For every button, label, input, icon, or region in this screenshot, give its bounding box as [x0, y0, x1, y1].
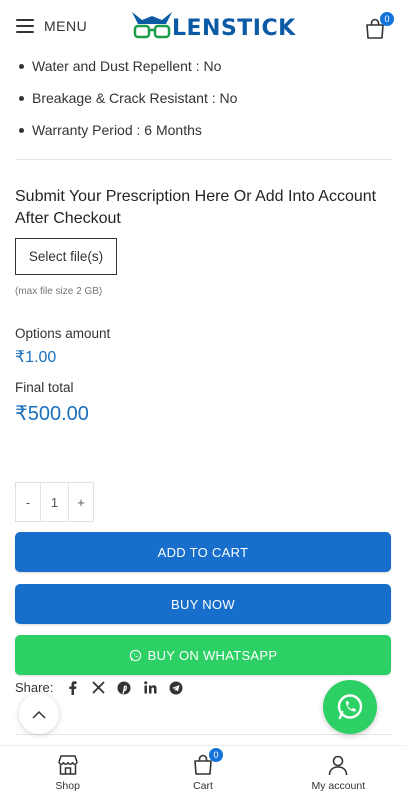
whatsapp-icon: [129, 649, 141, 661]
chevron-up-icon: [32, 710, 46, 719]
options-amount-value: ₹1.00: [15, 349, 57, 366]
buy-now-button[interactable]: BUY NOW: [15, 584, 391, 624]
whatsapp-icon: [337, 694, 363, 720]
pinterest-icon[interactable]: [117, 681, 131, 695]
share-label: Share:: [15, 680, 54, 695]
nav-item-account[interactable]: My account: [271, 746, 406, 800]
section-divider: [15, 734, 392, 735]
nav-label-account: My account: [311, 780, 366, 792]
bottom-nav: Shop 0 Cart My account: [0, 745, 406, 800]
telegram-icon[interactable]: [169, 681, 183, 695]
shopping-bag-icon: 0: [192, 748, 223, 776]
prescription-title: Submit Your Prescription Here Or Add Int…: [15, 188, 377, 227]
spec-item: Breakage & Crack Resistant : No: [15, 82, 237, 114]
select-files-button[interactable]: Select file(s): [15, 238, 117, 275]
final-total-label: Final total: [15, 380, 74, 395]
buy-on-whatsapp-button[interactable]: BUY ON WHATSAPP: [15, 635, 391, 675]
quantity-input[interactable]: 1: [40, 483, 69, 521]
nav-item-cart[interactable]: 0 Cart: [135, 746, 270, 800]
spec-item: Warranty Period : 6 Months: [15, 114, 237, 146]
section-divider: [15, 159, 392, 160]
logo-text: LENSTICK: [172, 16, 296, 41]
spec-list: Water and Dust Repellent : No Breakage &…: [15, 50, 237, 146]
nav-label-shop: Shop: [55, 780, 80, 792]
scroll-to-top-button[interactable]: [19, 694, 59, 734]
add-to-cart-button[interactable]: ADD TO CART: [15, 532, 391, 572]
nav-item-shop[interactable]: Shop: [0, 746, 135, 800]
menu-label: MENU: [44, 18, 88, 34]
quantity-decrease-button[interactable]: -: [16, 483, 40, 521]
cart-count-badge: 0: [208, 748, 223, 762]
whatsapp-chat-button[interactable]: [323, 680, 377, 734]
options-amount-label: Options amount: [15, 326, 111, 341]
final-total-value: ₹500.00: [15, 403, 89, 425]
hamburger-icon: [16, 19, 34, 33]
facebook-icon[interactable]: [65, 680, 79, 695]
header-cart-button[interactable]: 0: [364, 12, 394, 40]
user-icon: [327, 754, 349, 776]
glasses-logo-icon: [132, 12, 172, 39]
quantity-increase-button[interactable]: +: [69, 483, 93, 521]
site-header: MENU LENSTICK 0: [0, 0, 406, 58]
file-size-note: (max file size 2 GB): [15, 286, 103, 297]
quantity-stepper: - 1 +: [15, 482, 94, 522]
whatsapp-button-label: BUY ON WHATSAPP: [147, 647, 278, 663]
linkedin-icon[interactable]: [143, 681, 157, 695]
menu-button[interactable]: MENU: [16, 18, 87, 34]
storefront-icon: [57, 754, 79, 776]
cart-count-badge: 0: [380, 12, 394, 26]
share-bar: Share:: [15, 680, 189, 695]
site-logo[interactable]: LENSTICK: [130, 10, 296, 44]
nav-label-cart: Cart: [193, 780, 213, 792]
x-icon[interactable]: [91, 681, 105, 695]
